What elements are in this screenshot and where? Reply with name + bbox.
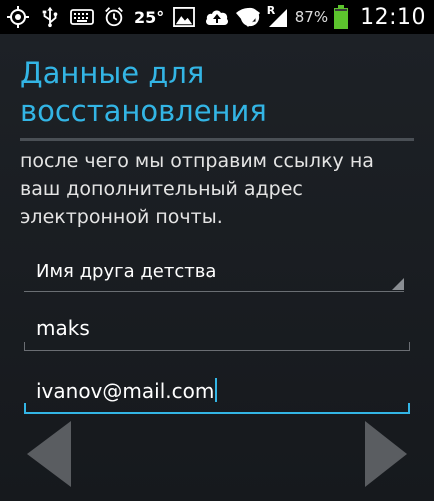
cloud-upload-icon	[204, 7, 230, 27]
dropdown-arrow-icon	[392, 278, 404, 290]
status-bar-notifications: 25°	[6, 0, 261, 34]
signal-icon: R	[266, 4, 289, 28]
recovery-email-input[interactable]: ivanov@mail.com	[24, 370, 410, 414]
recovery-screen: Данные для восстановления после чего мы …	[0, 34, 434, 501]
clock: 12:10	[360, 4, 426, 30]
title-divider	[20, 138, 414, 141]
status-bar-system: R 87% 12:10	[235, 0, 426, 34]
arrow-left-icon	[27, 421, 71, 487]
description-text: после чего мы отправим ссылку на ваш доп…	[20, 150, 374, 228]
text-cursor	[215, 378, 218, 402]
roaming-indicator: R	[266, 4, 276, 17]
status-bar: 25° R 87% 12:10	[0, 0, 434, 34]
security-answer-input[interactable]: maks	[24, 308, 410, 351]
security-question-dropdown[interactable]: Имя друга детства	[24, 253, 404, 292]
temperature-label: 25°	[134, 7, 165, 27]
keyboard-icon	[70, 8, 94, 26]
page-title: Данные для восстановления	[20, 56, 267, 128]
recovery-email-value: ivanov@mail.com	[36, 379, 215, 403]
gps-icon	[6, 5, 30, 29]
next-button[interactable]	[356, 419, 416, 489]
security-question-value: Имя друга детства	[36, 261, 217, 282]
battery-percent: 87%	[294, 8, 329, 26]
alarm-icon	[103, 6, 125, 28]
usb-icon	[39, 6, 61, 28]
wifi-icon	[235, 6, 261, 28]
security-answer-value: maks	[36, 316, 90, 340]
back-button[interactable]	[18, 419, 78, 489]
image-icon	[173, 7, 196, 27]
recovery-email-text-wrap: ivanov@mail.com	[36, 378, 218, 403]
arrow-right-icon	[365, 421, 407, 487]
battery-icon	[334, 5, 349, 29]
